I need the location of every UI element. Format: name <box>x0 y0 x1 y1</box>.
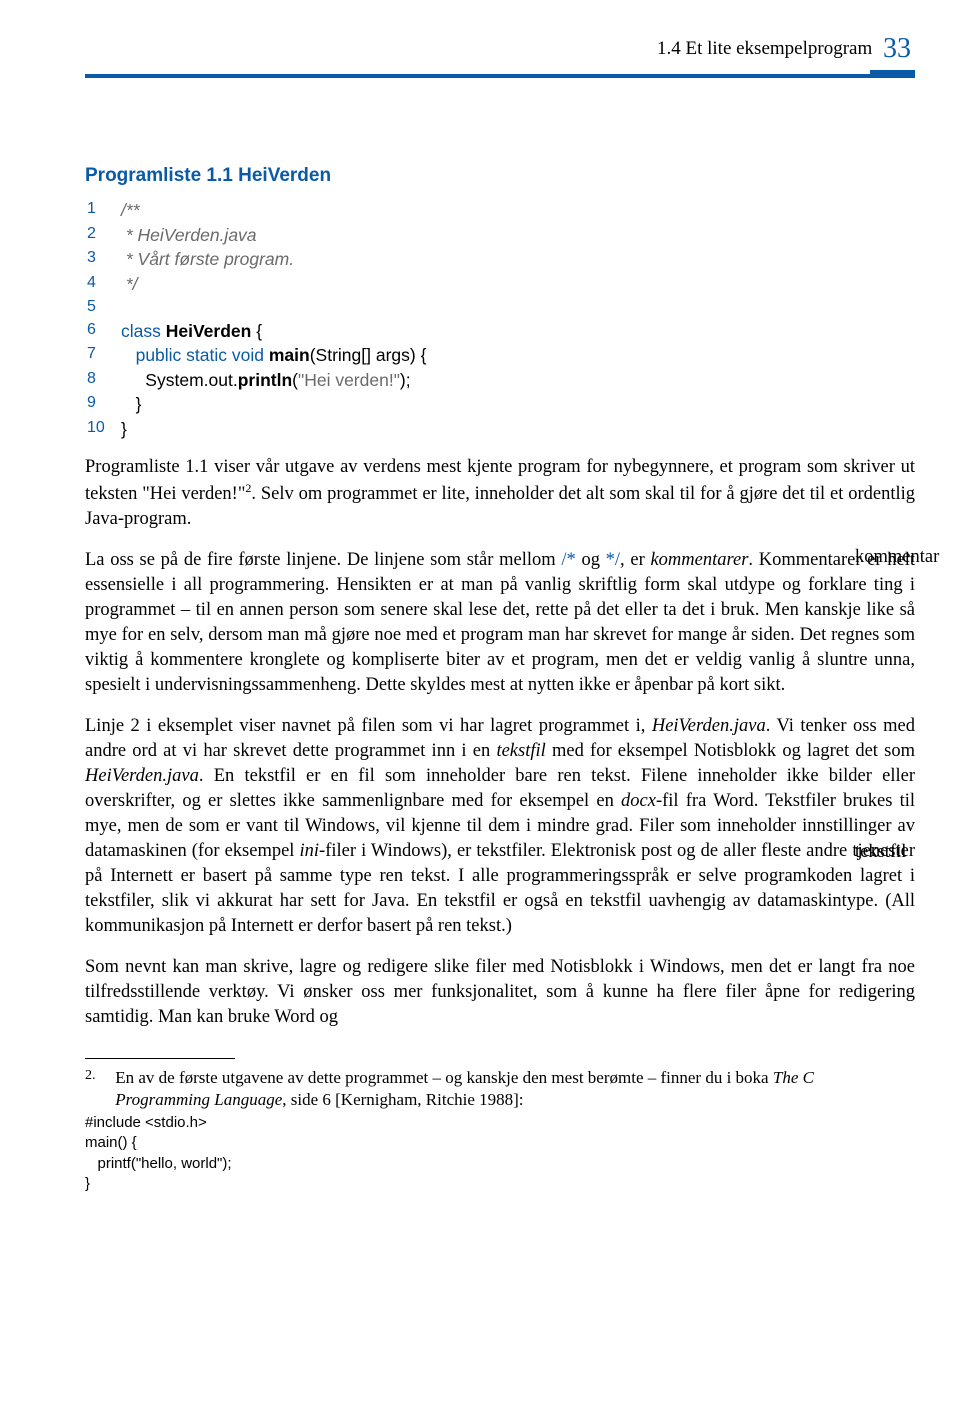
code-line: printf("hello, world"); <box>85 1154 915 1174</box>
running-header: 1.4 Et lite eksempelprogram 33 <box>85 30 915 68</box>
line-number: 9 <box>87 392 121 417</box>
code-token-ident: HeiVerden <box>161 321 251 341</box>
code-token: ); <box>400 370 411 390</box>
emphasis: ini <box>300 841 320 861</box>
code-line: 4 */ <box>87 272 915 297</box>
code-line: 5 <box>87 296 915 318</box>
code-line: 8 System.out.println("Hei verden!"); <box>87 368 915 393</box>
code-token: { <box>251 321 262 341</box>
code-line: 9 } <box>87 392 915 417</box>
paragraph-3: Linje 2 i eksemplet viser navnet på file… <box>85 714 915 939</box>
code-token-keyword: public static void <box>121 345 264 365</box>
code-content: public static void main(String[] args) { <box>121 343 426 368</box>
code-line: #include <stdio.h> <box>85 1113 915 1133</box>
line-number: 2 <box>87 223 121 248</box>
code-token: (String[] args) { <box>310 345 427 365</box>
code-token: } <box>121 417 127 442</box>
paragraph-2: La oss se på de fire første linjene. De … <box>85 548 915 698</box>
line-number: 3 <box>87 247 121 272</box>
page-number: 33 <box>883 33 911 64</box>
code-listing: 1 /** 2 * HeiVerden.java 3 * Vårt første… <box>87 198 915 441</box>
text: Linje 2 i eksemplet viser navnet på file… <box>85 716 652 736</box>
code-token: System.out. <box>121 370 238 390</box>
code-inline: /* <box>561 550 575 570</box>
text: . Kommentarer er helt essensielle i all … <box>85 550 915 695</box>
margin-note-kommentar: kommentar <box>855 545 960 570</box>
code-line: 6 class HeiVerden { <box>87 319 915 344</box>
text: La oss se på de fire første linjene. De … <box>85 550 561 570</box>
footnote-body: En av de første utgavene av dette progra… <box>115 1067 875 1111</box>
code-token-comment: */ <box>121 272 138 297</box>
code-token-ident: println <box>238 370 292 390</box>
code-line: 7 public static void main(String[] args)… <box>87 343 915 368</box>
code-line: main() { <box>85 1133 915 1153</box>
code-token: } <box>121 392 141 417</box>
emphasis: HeiVerden.java <box>85 766 199 786</box>
text: , side 6 [Kernigham, Ritchie 1988]: <box>282 1090 523 1109</box>
line-number: 7 <box>87 343 121 368</box>
paragraph-1: Programliste 1.1 viser vår utgave av ver… <box>85 455 915 532</box>
emphasis: tekstfil <box>496 741 545 761</box>
code-inline: */ <box>606 550 620 570</box>
footnote-rule <box>85 1058 235 1059</box>
body-text: Programliste 1.1 viser vår utgave av ver… <box>85 455 915 1030</box>
line-number: 10 <box>87 417 121 442</box>
code-token-comment: * Vårt første program. <box>121 247 294 272</box>
text: Som nevnt kan man skrive, lagre og redig… <box>85 957 915 1027</box>
code-line: 1 /** <box>87 198 915 223</box>
code-token-string: "Hei verden!" <box>298 370 400 390</box>
emphasis: docx <box>621 791 656 811</box>
footnote: 2. En av de første utgavene av dette pro… <box>85 1067 915 1194</box>
text: og <box>576 550 606 570</box>
text: , er <box>620 550 650 570</box>
header-rule <box>85 74 915 78</box>
code-line: 2 * HeiVerden.java <box>87 223 915 248</box>
code-token-comment: * HeiVerden.java <box>121 223 257 248</box>
line-number: 4 <box>87 272 121 297</box>
code-token-comment: /** <box>121 198 139 223</box>
code-line: 10 } <box>87 417 915 442</box>
emphasis: kommentarer <box>650 550 748 570</box>
code-content: System.out.println("Hei verden!"); <box>121 368 411 393</box>
line-number: 6 <box>87 319 121 344</box>
footnote-code: #include <stdio.h> main() { printf("hell… <box>85 1113 915 1194</box>
line-number: 5 <box>87 296 121 318</box>
text: En av de første utgavene av dette progra… <box>115 1068 773 1087</box>
code-line: 3 * Vårt første program. <box>87 247 915 272</box>
line-number: 8 <box>87 368 121 393</box>
text: med for eksempel Notisblokk og lagret de… <box>546 741 915 761</box>
section-label: 1.4 Et lite eksempelprogram <box>657 38 872 59</box>
emphasis: HeiVerden.java <box>652 716 766 736</box>
line-number: 1 <box>87 198 121 223</box>
code-token-ident: main <box>264 345 310 365</box>
page-header: 1.4 Et lite eksempelprogram 33 <box>85 30 915 78</box>
code-token-keyword: class <box>121 321 161 341</box>
code-content: class HeiVerden { <box>121 319 262 344</box>
margin-note-tekstfil: tekstfil <box>855 840 960 865</box>
footnote-number: 2. <box>85 1067 111 1085</box>
listing-title: Programliste 1.1 HeiVerden <box>85 163 915 189</box>
body-content: kommentar tekstfil Programliste 1.1 vise… <box>85 455 915 1030</box>
paragraph-4: Som nevnt kan man skrive, lagre og redig… <box>85 955 915 1030</box>
code-line: } <box>85 1174 915 1194</box>
